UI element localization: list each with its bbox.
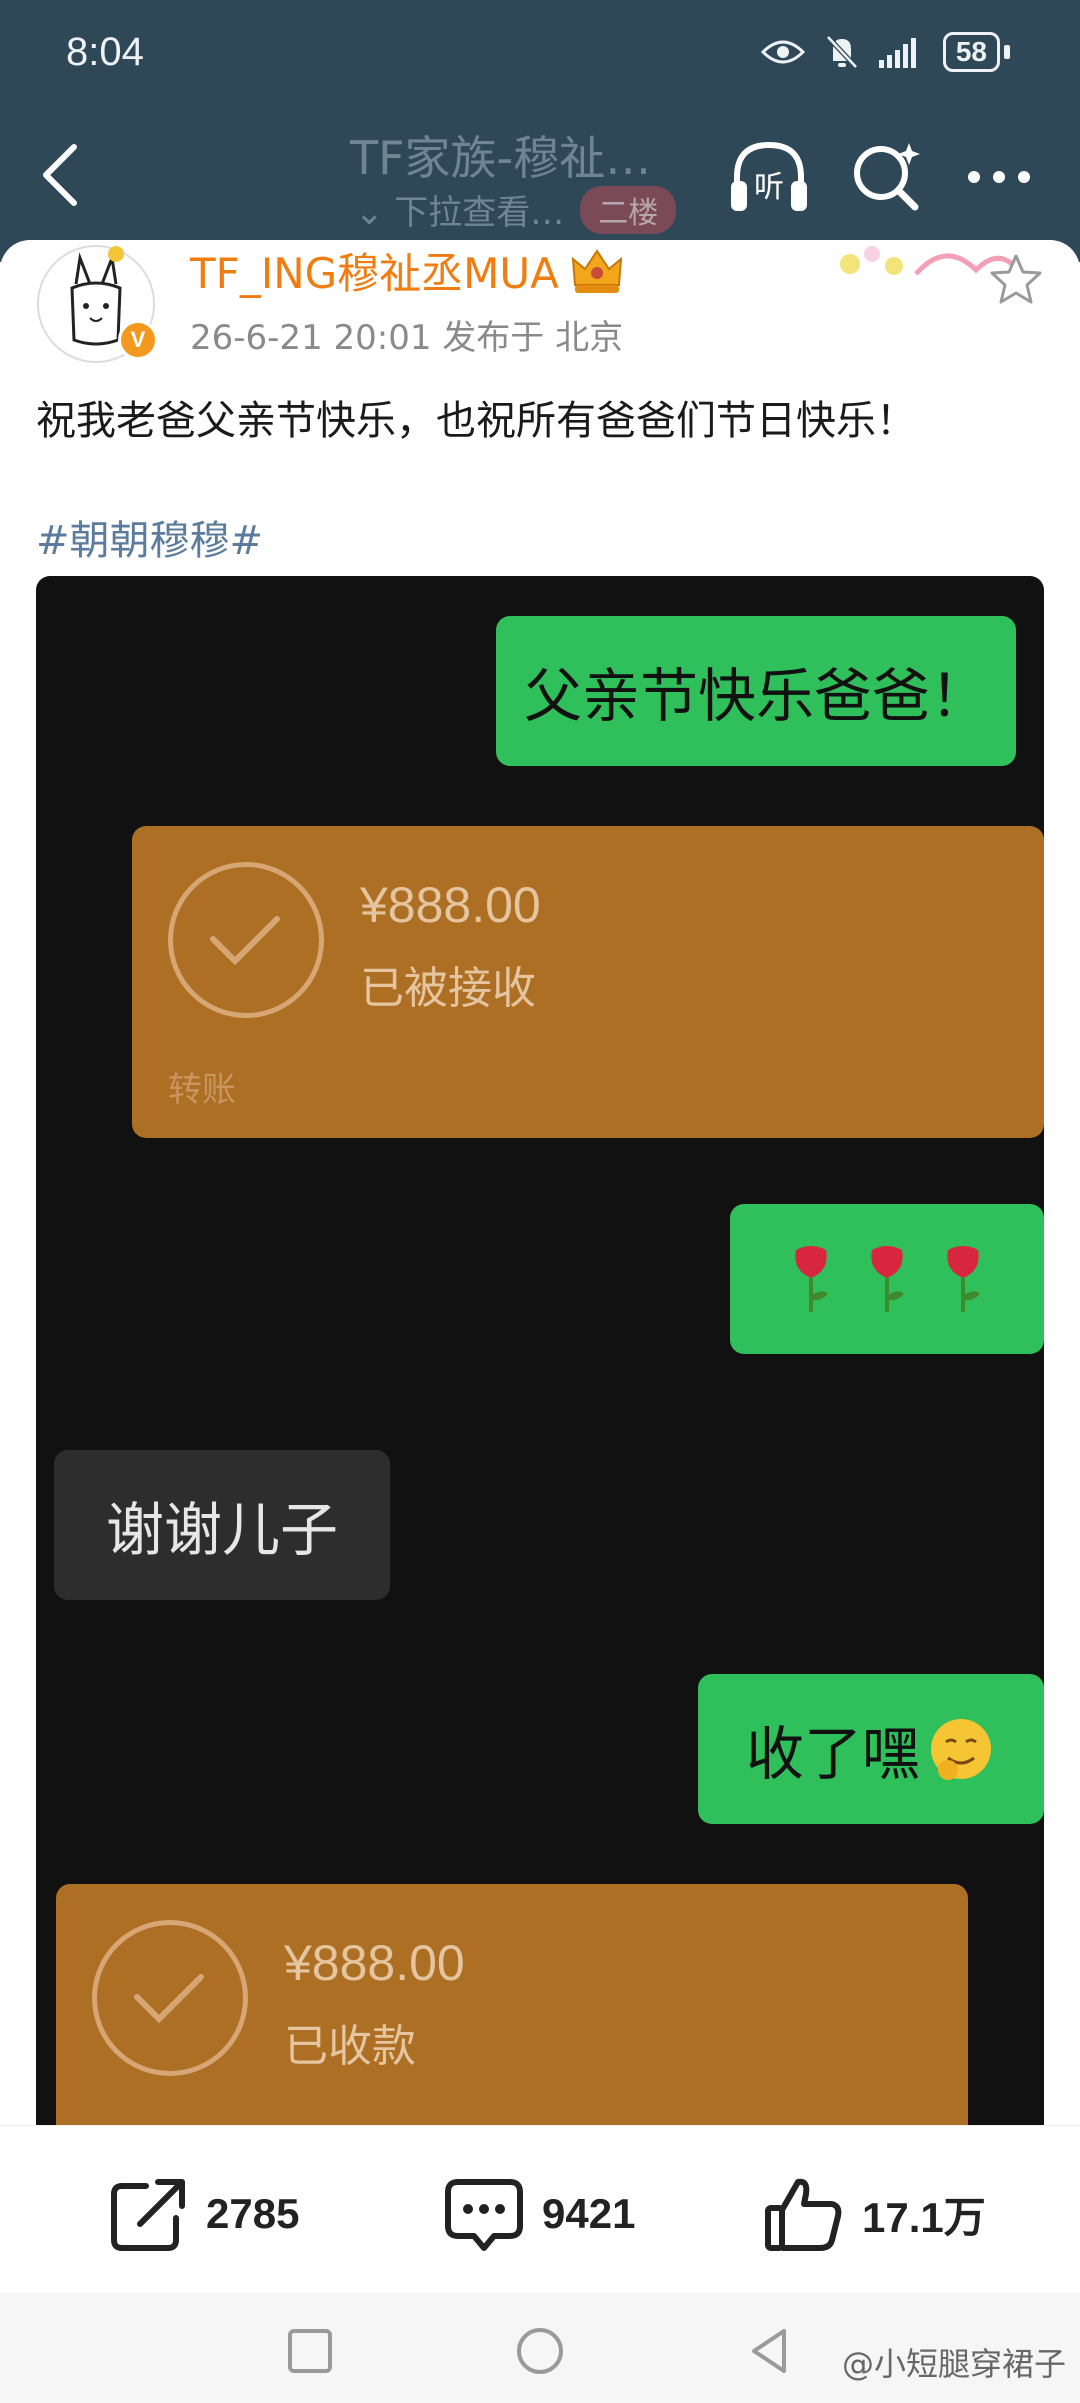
comment-button[interactable]: 9421 xyxy=(444,2174,635,2254)
chat-bubble-father-day: 父亲节快乐爸爸！ xyxy=(496,616,1016,766)
more-icon xyxy=(968,171,1030,183)
listen-button[interactable]: 听 xyxy=(724,132,814,222)
crown-badge-icon xyxy=(571,248,623,293)
like-count: 17.1万 xyxy=(862,2193,986,2241)
chat-text-received: 收了嘿 xyxy=(745,1720,920,1788)
username-text: TF_ING穆祉丞MUA xyxy=(190,249,559,298)
post-meta: 26-6-21 20:01 发布于 北京 xyxy=(190,318,624,358)
eye-icon xyxy=(760,40,805,64)
share-icon xyxy=(111,2179,185,2251)
pull-down-hint: ⌄ 下拉查看… xyxy=(355,193,565,233)
battery-icon: 58 xyxy=(942,32,1000,72)
post-image[interactable]: 父亲节快乐爸爸！ ¥888.00 已被接收 转账 谢谢儿子 收了嘿 ¥888.0… xyxy=(36,576,1044,2130)
circle-icon xyxy=(517,2328,563,2374)
chat-bubble-thanks: 谢谢儿子 xyxy=(54,1450,390,1600)
star-icon xyxy=(990,254,1042,304)
post-card: V TF_ING穆祉丞MUA 26-6-21 20:01 发布于 北京 祝我老爸… xyxy=(0,240,1080,2130)
top-header: 8:04 58 TF家族-穆祉… ⌄ 下拉查看… 二楼 听 xyxy=(0,0,1080,262)
hashtag-link[interactable]: #朝朝穆穆# xyxy=(36,508,263,566)
recents-button[interactable] xyxy=(280,2321,340,2381)
nav-title: TF家族-穆祉… xyxy=(350,131,652,185)
smirk-emoji-icon xyxy=(931,1719,991,1780)
action-bar: 2785 9421 17.1万 xyxy=(0,2125,1080,2293)
check-circle-icon xyxy=(168,862,324,1018)
status-bar: 8:04 58 xyxy=(0,0,1080,110)
check-mark-icon xyxy=(210,916,280,966)
share-button[interactable]: 2785 xyxy=(110,2174,299,2254)
floor-badge[interactable]: 二楼 xyxy=(580,185,677,234)
listen-icon: 听 xyxy=(731,141,807,211)
status-icons: 58 xyxy=(760,30,1010,74)
battery-nub xyxy=(1004,45,1010,59)
search-sparkle-icon xyxy=(854,143,920,211)
system-nav-bar: @小短腿穿裙子 xyxy=(0,2293,1080,2403)
like-button[interactable]: 17.1万 xyxy=(764,2174,986,2254)
status-time: 8:04 xyxy=(66,30,144,74)
signal-icon xyxy=(878,38,916,68)
post-text: 祝我老爸父亲节快乐，也祝所有爸爸们节日快乐！ xyxy=(36,398,916,444)
transfer-amount: ¥888.00 xyxy=(284,1935,465,1991)
home-button[interactable] xyxy=(510,2321,570,2381)
comment-count: 9421 xyxy=(542,2190,636,2237)
listen-label: 听 xyxy=(754,170,784,205)
chat-text-thanks: 谢谢儿子 xyxy=(105,1496,338,1564)
mute-bell-icon xyxy=(826,35,858,69)
check-circle-icon xyxy=(92,1920,248,2076)
transfer-card-received: ¥888.00 已被接收 转账 xyxy=(132,826,1044,1138)
more-button[interactable] xyxy=(954,132,1044,222)
back-arrow-icon xyxy=(43,144,77,206)
chat-bubble-roses xyxy=(730,1204,1044,1354)
transfer-label: 转账 xyxy=(168,1070,236,1110)
system-back-button[interactable] xyxy=(740,2321,800,2381)
square-icon xyxy=(288,2329,332,2373)
rose-icon xyxy=(871,1246,904,1312)
battery-level: 58 xyxy=(955,36,987,67)
username[interactable]: TF_ING穆祉丞MUA xyxy=(190,240,625,301)
watermark: @小短腿穿裙子 xyxy=(841,2345,1066,2383)
verified-badge: V xyxy=(118,320,158,360)
transfer-status: 已被接收 xyxy=(360,963,536,1014)
chat-text-father-day: 父亲节快乐爸爸！ xyxy=(523,662,988,730)
favorite-button[interactable] xyxy=(988,252,1044,308)
chat-bubble-received: 收了嘿 xyxy=(698,1674,1044,1824)
back-button[interactable] xyxy=(30,130,90,220)
search-button[interactable] xyxy=(842,132,932,222)
triangle-back-icon xyxy=(752,2329,786,2373)
rose-icon xyxy=(795,1246,828,1312)
check-mark-icon xyxy=(134,1974,204,2024)
transfer-amount: ¥888.00 xyxy=(360,877,541,933)
transfer-card-collected: ¥888.00 已收款 转账 xyxy=(56,1884,968,2130)
comment-icon xyxy=(445,2179,523,2251)
rose-icon xyxy=(947,1246,980,1312)
nav-subtitle[interactable]: ⌄ 下拉查看… 二楼 xyxy=(355,185,677,234)
thumbs-up-icon xyxy=(765,2178,842,2251)
share-count: 2785 xyxy=(206,2190,300,2237)
transfer-status: 已收款 xyxy=(284,2021,416,2072)
